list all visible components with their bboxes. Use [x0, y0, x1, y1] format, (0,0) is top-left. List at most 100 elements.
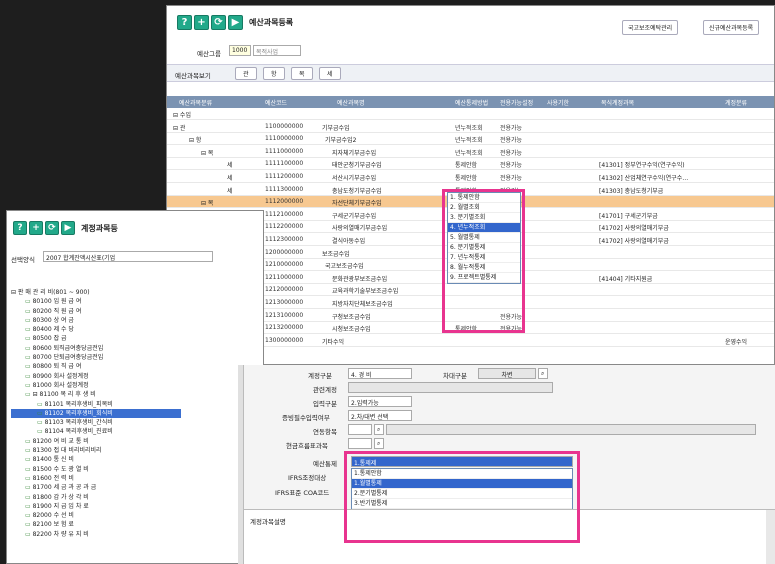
column-header[interactable]: 예산통제방법 — [455, 98, 488, 107]
column-header[interactable]: 예산코드 — [265, 98, 287, 107]
table-cell: 전용가능 — [500, 175, 523, 182]
column-header[interactable]: 복식계정과목 — [601, 98, 634, 107]
table-cell: [41302] 산업체연구수익(연구수… — [599, 175, 689, 182]
tree-item[interactable]: ⊟ 판 매 관 리 비(801 ~ 900) — [11, 288, 181, 297]
table-cell: ⊟ 수입 — [173, 112, 191, 119]
tree-item[interactable]: ▭ 80400 제 수 당 — [11, 325, 181, 334]
new-budget-item-button[interactable]: 신규예산과목등록 — [703, 20, 760, 35]
folder-icon: ▭ — [25, 512, 33, 520]
tree-item[interactable]: ▭ 80800 퇴 직 급 여 — [11, 362, 181, 371]
folder-icon: ▭ — [25, 437, 33, 445]
tree-item[interactable]: ▭ 81500 수 도 광 열 비 — [11, 465, 181, 474]
tree-item[interactable]: ▭ 81104 복리후생비_진료비 — [11, 427, 181, 436]
tree-item[interactable]: ▭ 81101 복리후생비_피복비 — [11, 400, 181, 409]
play-icon[interactable]: ▶ — [61, 221, 75, 235]
tree-item-label: 81900 지 급 임 차 료 — [32, 502, 89, 510]
table-cell: ⊟ 항 — [189, 137, 202, 145]
refresh-icon[interactable]: ⟳ — [45, 221, 59, 235]
budget-group-code[interactable]: 1000 — [229, 45, 251, 56]
table-cell: 결식아동수입 — [332, 238, 366, 245]
cash-search-icon[interactable]: ⌕ — [374, 438, 384, 449]
column-header[interactable]: 예산과목명 — [337, 98, 365, 107]
tree-item[interactable]: ▭ 81800 감 가 상 각 비 — [11, 493, 181, 502]
tree-item-label: 80700 단퇴급여충당금전입 — [32, 354, 104, 362]
tree-item[interactable]: ▭ 80300 상 여 금 — [11, 316, 181, 325]
column-header[interactable]: 계정분류 — [725, 98, 747, 107]
table-row[interactable]: ⊟ 목 1111000000 지자체기부금수입 년누적조회 전용가능 — [167, 146, 774, 158]
folder-icon: ▭ — [25, 307, 33, 315]
folder-icon: ▭ — [37, 419, 45, 427]
tree-item[interactable]: ▭ 82200 차 량 유 지 비 — [11, 530, 181, 539]
help-icon[interactable]: ? — [177, 15, 192, 30]
tree-item-label: 80900 회사 설정계정 — [32, 372, 89, 380]
table-row[interactable]: ⊟ 관 1100000000 기부금수입 년누적조회 전용가능 — [167, 121, 774, 133]
table-cell: [41702] 사랑의열매기부금 — [599, 238, 669, 245]
tree-item[interactable]: ▭ 80100 임 원 급 여 — [11, 297, 181, 306]
play-icon[interactable]: ▶ — [228, 15, 243, 30]
tree-item[interactable]: ▭ 82000 수 선 비 — [11, 511, 181, 520]
tree-item-label: 80300 상 여 금 — [32, 316, 74, 324]
highlight-frame-method — [442, 189, 525, 333]
view-button-hang[interactable]: 항 — [263, 67, 285, 80]
help-icon[interactable]: ? — [13, 221, 27, 235]
view-button-mok[interactable]: 목 — [291, 67, 313, 80]
table-cell: 1111000000 — [265, 147, 304, 155]
table-cell: 세 — [227, 187, 233, 195]
folder-icon: ▭ — [25, 391, 33, 399]
table-cell: 교육과학기술부보조금수입 — [332, 288, 399, 296]
tree-item[interactable]: ▭ 80600 퇴직급여충당금전입 — [11, 344, 181, 353]
table-cell: 지방자치단체보조금수입 — [332, 301, 393, 308]
tree-item[interactable]: ▭ 81103 복리후생비_간식비 — [11, 418, 181, 427]
column-header[interactable]: 사용기한 — [547, 98, 569, 107]
tree-item[interactable]: ▭ 81000 회사 설정계정 — [11, 381, 181, 390]
link-field[interactable] — [348, 424, 372, 435]
tree-item[interactable]: ▭ 81700 세 금 과 공 과 금 — [11, 483, 181, 492]
tree-item[interactable]: ▭ ⊟ 81100 복 리 후 생 비 — [11, 390, 181, 399]
add-icon[interactable]: + — [194, 15, 209, 30]
type-select[interactable]: 4. 경 비 — [348, 368, 412, 379]
folder-icon: ▭ — [25, 465, 33, 473]
folder-icon: ▭ — [25, 502, 33, 510]
folder-icon: ▭ — [25, 456, 33, 464]
view-button-se[interactable]: 세 — [319, 67, 341, 80]
refresh-icon[interactable]: ⟳ — [211, 15, 226, 30]
table-row[interactable]: ⊟ 수입 — [167, 108, 774, 120]
view-button-gwan[interactable]: 관 — [235, 67, 257, 80]
add-icon[interactable]: + — [29, 221, 43, 235]
table-row[interactable]: 세 1111200000 서산시기부금수입 통제안함 전용가능 [41302] 산업체연구… — [167, 171, 774, 183]
debit-search-icon[interactable]: ⌕ — [538, 368, 548, 379]
description-label: 계정과목설명 — [250, 518, 286, 526]
tree-item[interactable]: ▭ 80200 직 원 급 여 — [11, 307, 181, 316]
table-cell: 국고보조금수입 — [325, 263, 364, 271]
window-title: 예산과목등록 — [249, 18, 294, 27]
table-cell: 사랑의열매기부금수입 — [332, 225, 388, 233]
input-type-select[interactable]: 2.입력가능 — [348, 396, 412, 407]
tree-item[interactable]: ▭ 81900 지 급 임 차 료 — [11, 502, 181, 511]
tree-item[interactable]: ▭ 81400 통 신 비 — [11, 455, 181, 464]
link-search-icon[interactable]: ⌕ — [374, 424, 384, 435]
folder-icon: ▭ — [25, 354, 33, 362]
tree-item[interactable]: ▭ 80700 단퇴급여충당금전입 — [11, 353, 181, 362]
proof-select[interactable]: 2.차/대변 선택 — [348, 410, 412, 421]
national-subsidy-button[interactable]: 국고보조예탁관리 — [622, 20, 679, 35]
table-row[interactable]: 세 1111100000 태안군청기부금수입 통제안함 전용가능 [41301] 정부연구… — [167, 158, 774, 171]
tree-item[interactable]: ▭ 81200 여 비 교 통 비 — [11, 437, 181, 446]
table-cell: [41404] 기타지원금 — [599, 275, 653, 283]
table-row[interactable]: ⊟ 항 1110000000 기부금수입2 년누적조회 전용가능 — [167, 133, 774, 146]
tree-item[interactable]: ▭ 80500 잡 급 — [11, 334, 181, 343]
tree-item[interactable]: ▭ 80900 회사 설정계정 — [11, 372, 181, 381]
form-select[interactable]: 2007 합계잔액시산표(기업 — [43, 251, 213, 262]
tree-item-label: 82000 수 선 비 — [32, 512, 74, 520]
tree-item[interactable]: ▭ 81600 전 력 비 — [11, 474, 181, 483]
tree-item[interactable]: ▭ 81300 접 대 비리비리비리 — [11, 446, 181, 455]
column-header[interactable]: 전용가능설정 — [500, 98, 533, 107]
description-scrollbar[interactable] — [766, 510, 775, 564]
column-header[interactable]: 예산과목분류 — [179, 98, 212, 107]
table-cell: 보조금수입 — [322, 250, 350, 258]
tree-item[interactable]: ▭ 82100 보 험 료 — [11, 520, 181, 529]
cash-field[interactable] — [348, 438, 372, 449]
proof-label: 증빙필수입력여부 — [282, 414, 330, 422]
link-label: 연동항목 — [313, 428, 337, 436]
table-cell: 지자체기부금수입 — [332, 149, 377, 157]
tree-item[interactable]: ▭ 81102 복리후생비_회식비 — [11, 408, 181, 419]
